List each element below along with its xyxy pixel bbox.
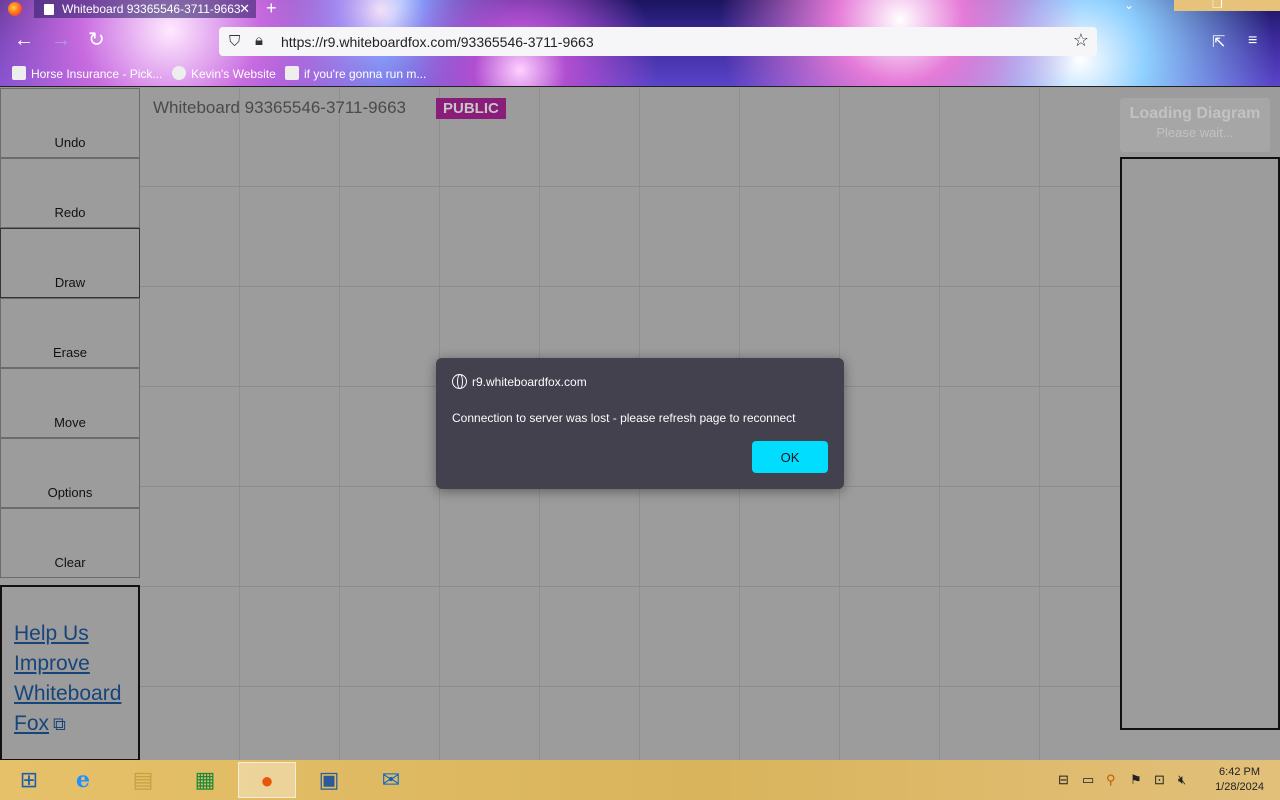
clock[interactable]: 6:42 PM 1/28/2024 — [1215, 765, 1264, 795]
options-button[interactable]: Options — [0, 438, 140, 508]
bookmark-item[interactable]: Horse Insurance - Pick... — [12, 66, 162, 81]
globe-icon — [452, 374, 467, 389]
help-improve-box: Help Us Improve Whiteboard Fox ⧉ — [0, 585, 140, 760]
clock-time: 6:42 PM — [1219, 766, 1261, 778]
erase-button[interactable]: Erase — [0, 298, 140, 368]
bookmark-star-icon[interactable]: ☆ — [1073, 30, 1089, 51]
taskbar: ⊞ e ▤ ▦ ● ▣ ✉ ⊟ ▭ ⚲ ⚑ ⊡ 🔇︎ 6:42 PM 1/28/… — [0, 760, 1280, 800]
undo-button[interactable]: Undo — [0, 88, 140, 158]
flag-icon[interactable]: ⚑ — [1130, 772, 1142, 788]
outlook-icon[interactable]: ✉ — [362, 762, 420, 798]
monitor-icon[interactable]: ⊡ — [1154, 772, 1165, 788]
restore-icon[interactable]: ❐ — [1212, 0, 1223, 11]
lock-icon[interactable]: 🔒︎ — [255, 32, 263, 49]
new-tab-button[interactable]: + — [266, 0, 277, 19]
clock-date: 1/28/2024 — [1215, 781, 1264, 793]
page-icon — [44, 4, 54, 15]
store-icon[interactable]: ▦ — [176, 762, 234, 798]
extensions-icon[interactable]: ⇱ — [1212, 32, 1225, 52]
help-link-line[interactable]: Improve — [14, 649, 126, 679]
network-icon[interactable]: ⊟ — [1058, 772, 1069, 788]
shield-icon[interactable]: ⛉ — [229, 33, 240, 50]
dialog-message: Connection to server was lost - please r… — [452, 411, 796, 425]
external-link-icon[interactable]: ⧉ — [53, 714, 66, 735]
minimap-panel[interactable] — [1120, 157, 1280, 730]
windows-start-icon[interactable]: ⊞ — [0, 762, 58, 798]
globe-icon — [172, 66, 186, 80]
bookmark-item[interactable]: Kevin's Website — [172, 66, 276, 81]
loading-indicator: Loading Diagram Please wait... — [1120, 98, 1270, 152]
public-badge: PUBLIC — [436, 98, 506, 119]
move-button[interactable]: Move — [0, 368, 140, 438]
ok-button[interactable]: OK — [752, 441, 828, 473]
help-link-line[interactable]: Help Us — [14, 619, 126, 649]
loading-title: Loading Diagram — [1129, 105, 1261, 122]
bookmark-item[interactable]: if you're gonna run m... — [285, 66, 426, 81]
board-title: Whiteboard 93365546-3711-9663 — [153, 98, 406, 117]
help-link-line[interactable]: Whiteboard — [14, 679, 126, 709]
clear-button[interactable]: Clear — [0, 508, 140, 578]
reload-icon[interactable]: ↻ — [88, 30, 105, 50]
tab-title: Whiteboard 93365546-3711-9663 — [62, 2, 241, 16]
bookmark-favicon-icon — [285, 66, 299, 80]
battery-icon[interactable]: ▭ — [1082, 772, 1094, 788]
close-tab-icon[interactable]: ✕ — [239, 0, 250, 18]
redo-button[interactable]: Redo — [0, 158, 140, 228]
url-bar[interactable]: ⛉ 🔒︎ https://r9.whiteboardfox.com/933655… — [219, 27, 1097, 56]
search-icon[interactable]: ⚲ — [1106, 772, 1116, 788]
firefox-icon — [8, 2, 22, 16]
loading-subtitle: Please wait... — [1156, 125, 1234, 140]
browser-tab[interactable]: Whiteboard 93365546-3711-9663 ✕ — [34, 0, 256, 18]
back-icon[interactable]: ← — [14, 30, 34, 50]
forward-icon[interactable]: → — [51, 30, 71, 50]
draw-button[interactable]: Draw — [0, 228, 140, 298]
document-icon[interactable]: ▣ — [300, 762, 358, 798]
menu-icon[interactable]: ≡ — [1248, 32, 1257, 50]
chevron-down-icon[interactable]: ⌄ — [1124, 0, 1134, 12]
browser-chrome: Whiteboard 93365546-3711-9663 ✕ + ❐ ⌄ ← … — [0, 0, 1280, 87]
bookmark-favicon-icon — [12, 66, 26, 80]
connection-lost-dialog: r9.whiteboardfox.com Connection to serve… — [436, 358, 844, 489]
firefox-taskbar-icon[interactable]: ● — [238, 762, 296, 798]
dialog-host: r9.whiteboardfox.com — [472, 375, 587, 389]
volume-muted-icon[interactable]: 🔇︎ — [1178, 772, 1186, 788]
file-explorer-icon[interactable]: ▤ — [114, 762, 172, 798]
window-controls: ❐ — [1174, 0, 1280, 11]
internet-explorer-icon[interactable]: e — [54, 762, 112, 798]
url-text[interactable]: https://r9.whiteboardfox.com/93365546-37… — [281, 34, 594, 50]
help-link-line[interactable]: Fox — [14, 712, 49, 735]
